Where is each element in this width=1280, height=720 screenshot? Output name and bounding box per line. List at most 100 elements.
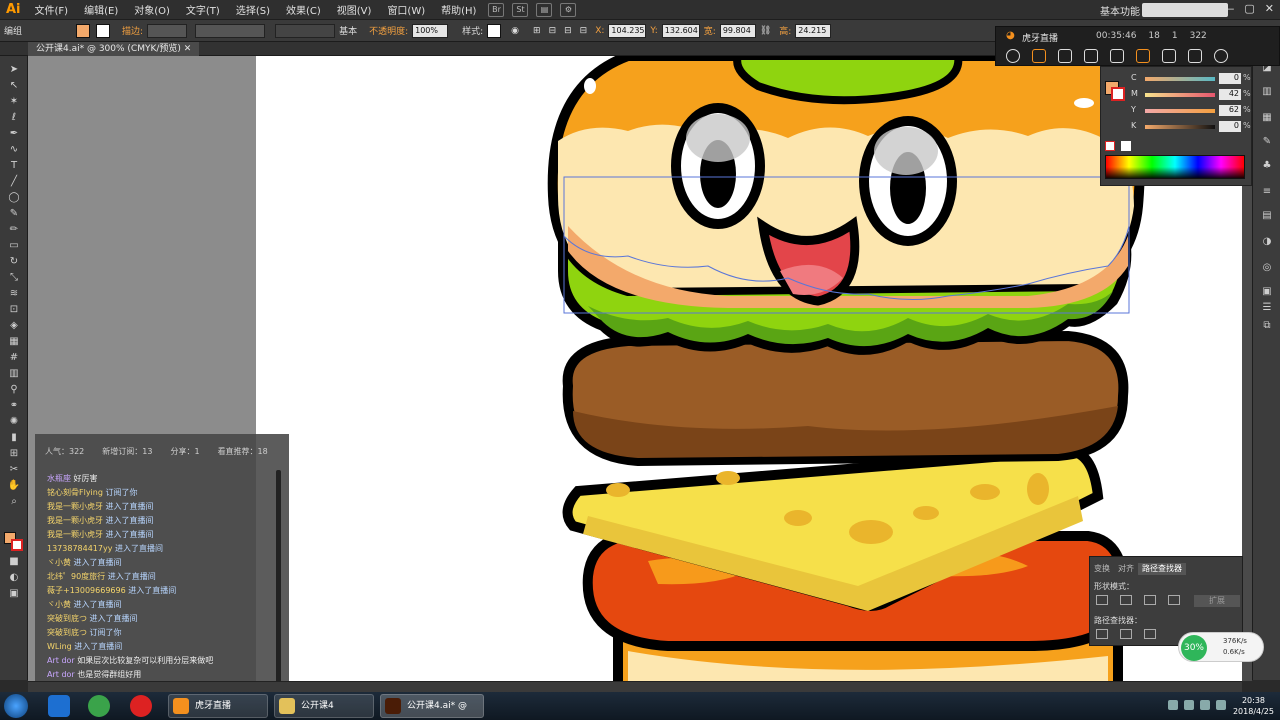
pen-tool-icon[interactable]: ✒ bbox=[7, 128, 21, 140]
tab-pathfinder[interactable]: 路径查找器 bbox=[1138, 563, 1186, 575]
magenta-slider-row[interactable]: M 42 % bbox=[1131, 89, 1251, 101]
merge-button[interactable] bbox=[1144, 629, 1156, 639]
search-icon[interactable] bbox=[1162, 49, 1176, 63]
artboards-panel-icon[interactable]: ⧉ bbox=[1260, 320, 1274, 332]
screen-mode-icon[interactable]: ▣ bbox=[7, 588, 21, 600]
browser-360-icon[interactable] bbox=[88, 695, 110, 717]
chat-username[interactable]: ヾ小黄 bbox=[47, 558, 71, 567]
chat-icon[interactable] bbox=[1032, 49, 1046, 63]
maximize-button[interactable]: ▢ bbox=[1244, 2, 1254, 15]
gradient-tool-icon[interactable]: ▥ bbox=[7, 368, 21, 380]
minus-front-button[interactable] bbox=[1120, 595, 1132, 605]
chat-username[interactable]: 北纬゜90度旅行 bbox=[47, 572, 105, 581]
free-transform-tool-icon[interactable]: ⊡ bbox=[7, 304, 21, 316]
black-slider-row[interactable]: K 0 % bbox=[1131, 121, 1251, 133]
cyan-slider-row[interactable]: C 0 % bbox=[1131, 73, 1251, 85]
chat-username[interactable]: WLing bbox=[47, 642, 72, 651]
variable-width-dropdown[interactable] bbox=[195, 23, 266, 38]
warp-tool-icon[interactable]: ≋ bbox=[7, 288, 21, 300]
expand-button[interactable]: 扩展 bbox=[1194, 595, 1240, 607]
trim-button[interactable] bbox=[1120, 629, 1132, 639]
menu-help[interactable]: 帮助(H) bbox=[433, 2, 484, 17]
taskbar-app-huya[interactable]: 虎牙直播 bbox=[168, 694, 268, 718]
chat-username[interactable]: 我是一颗小虎牙 bbox=[47, 530, 103, 539]
scale-tool-icon[interactable]: ⤡ bbox=[7, 272, 21, 284]
cyan-slider[interactable] bbox=[1145, 77, 1215, 81]
hand-tool-icon[interactable]: ✋ bbox=[7, 480, 21, 492]
menu-select[interactable]: 选择(S) bbox=[228, 2, 278, 17]
ie-icon[interactable] bbox=[48, 695, 70, 717]
recolor-icon[interactable]: ◉ bbox=[511, 26, 519, 36]
camera-icon[interactable] bbox=[1136, 49, 1150, 63]
brushes-panel-icon[interactable]: ✎ bbox=[1260, 136, 1274, 148]
cyan-value[interactable]: 0 bbox=[1219, 73, 1241, 84]
chat-username[interactable]: 我是一颗小虎牙 bbox=[47, 502, 103, 511]
stroke-label[interactable]: 描边: bbox=[122, 24, 143, 37]
taskbar-app-folder[interactable]: 公开课4 bbox=[274, 694, 374, 718]
gift-icon[interactable] bbox=[1084, 49, 1098, 63]
graphic-styles-panel-icon[interactable]: ▣ bbox=[1260, 286, 1274, 298]
intersect-button[interactable] bbox=[1144, 595, 1156, 605]
symbols-panel-icon[interactable]: ♣ bbox=[1260, 160, 1274, 172]
pencil-tool-icon[interactable]: ✏ bbox=[7, 224, 21, 236]
divide-button[interactable] bbox=[1096, 629, 1108, 639]
tray-bluetooth-icon[interactable] bbox=[1184, 700, 1194, 710]
chat-username[interactable]: 薇子+13009669696 bbox=[47, 586, 126, 595]
align-center-icon[interactable]: ⊟ bbox=[564, 26, 572, 36]
menu-type[interactable]: 文字(T) bbox=[178, 2, 228, 17]
tray-volume-icon[interactable] bbox=[1216, 700, 1226, 710]
magic-wand-tool-icon[interactable]: ✶ bbox=[7, 96, 21, 108]
menu-view[interactable]: 视图(V) bbox=[329, 2, 380, 17]
draw-mode-icon[interactable]: ◐ bbox=[7, 572, 21, 584]
close-button[interactable]: ✕ bbox=[1265, 2, 1274, 15]
gpu-icon[interactable]: ⚙ bbox=[560, 2, 577, 17]
color-guide-icon[interactable]: ▥ bbox=[1260, 86, 1274, 98]
selection-tool-icon[interactable]: ➤ bbox=[7, 64, 21, 76]
menu-file[interactable]: 文件(F) bbox=[27, 2, 77, 17]
settings-gear-icon[interactable] bbox=[1214, 49, 1228, 63]
symbol-sprayer-tool-icon[interactable]: ✺ bbox=[7, 416, 21, 428]
ellipse-tool-icon[interactable]: ◯ bbox=[7, 192, 21, 204]
menu-edit[interactable]: 编辑(E) bbox=[76, 2, 126, 17]
opacity-field[interactable]: 100% bbox=[412, 23, 449, 38]
stroke-color-swatch[interactable] bbox=[11, 539, 23, 551]
mute-icon[interactable] bbox=[1110, 49, 1124, 63]
screen-share-icon[interactable] bbox=[1058, 49, 1072, 63]
workspace-switcher[interactable]: 基本功能 bbox=[1100, 3, 1140, 18]
appearance-panel-icon[interactable]: ◎ bbox=[1260, 262, 1274, 274]
eyedropper-tool-icon[interactable]: ⚲ bbox=[7, 384, 21, 396]
color-mode-icon[interactable]: ■ bbox=[7, 556, 21, 568]
line-tool-icon[interactable]: ╱ bbox=[7, 176, 21, 188]
opacity-label[interactable]: 不透明度: bbox=[369, 24, 408, 37]
column-graph-tool-icon[interactable]: ▮ bbox=[7, 432, 21, 444]
curvature-tool-icon[interactable]: ∿ bbox=[7, 144, 21, 156]
x-field[interactable]: 104.235 bbox=[608, 23, 647, 38]
chat-username[interactable]: 铭心刻骨Flying bbox=[47, 488, 103, 497]
yellow-value[interactable]: 62 bbox=[1219, 105, 1241, 116]
chat-username[interactable]: Art dor bbox=[47, 656, 75, 665]
eraser-tool-icon[interactable]: ▭ bbox=[7, 240, 21, 252]
paintbrush-tool-icon[interactable]: ✎ bbox=[7, 208, 21, 220]
unite-button[interactable] bbox=[1096, 595, 1108, 605]
constrain-proportions-icon[interactable]: ⛓ bbox=[760, 26, 771, 36]
bridge-icon[interactable]: Br bbox=[488, 2, 505, 17]
zoom-tool-icon[interactable]: ⌕ bbox=[7, 496, 21, 508]
system-clock[interactable]: 20:38 2018/4/25 bbox=[1233, 695, 1274, 717]
exclude-button[interactable] bbox=[1168, 595, 1180, 605]
menu-window[interactable]: 窗口(W) bbox=[379, 2, 433, 17]
brush-definition-dropdown[interactable] bbox=[275, 23, 336, 38]
arrange-documents-icon[interactable]: ▤ bbox=[536, 2, 553, 17]
lasso-tool-icon[interactable]: ℓ bbox=[7, 112, 21, 124]
perspective-grid-tool-icon[interactable]: ▦ bbox=[7, 336, 21, 348]
chat-username[interactable]: 13738784417yy bbox=[47, 544, 112, 553]
color-spectrum[interactable] bbox=[1105, 155, 1245, 179]
chat-username[interactable]: 突破到底つ bbox=[47, 614, 87, 623]
black-value[interactable]: 0 bbox=[1219, 121, 1241, 132]
minimize-button[interactable]: — bbox=[1223, 2, 1234, 15]
chat-username[interactable]: 水瓶座 bbox=[47, 474, 71, 483]
taskbar-app-illustrator[interactable]: 公开课4.ai* @ 30... bbox=[380, 694, 484, 718]
align-icon[interactable]: ⊞ bbox=[533, 26, 541, 36]
menu-effect[interactable]: 效果(C) bbox=[278, 2, 329, 17]
magenta-value[interactable]: 42 bbox=[1219, 89, 1241, 100]
mesh-tool-icon[interactable]: # bbox=[7, 352, 21, 364]
